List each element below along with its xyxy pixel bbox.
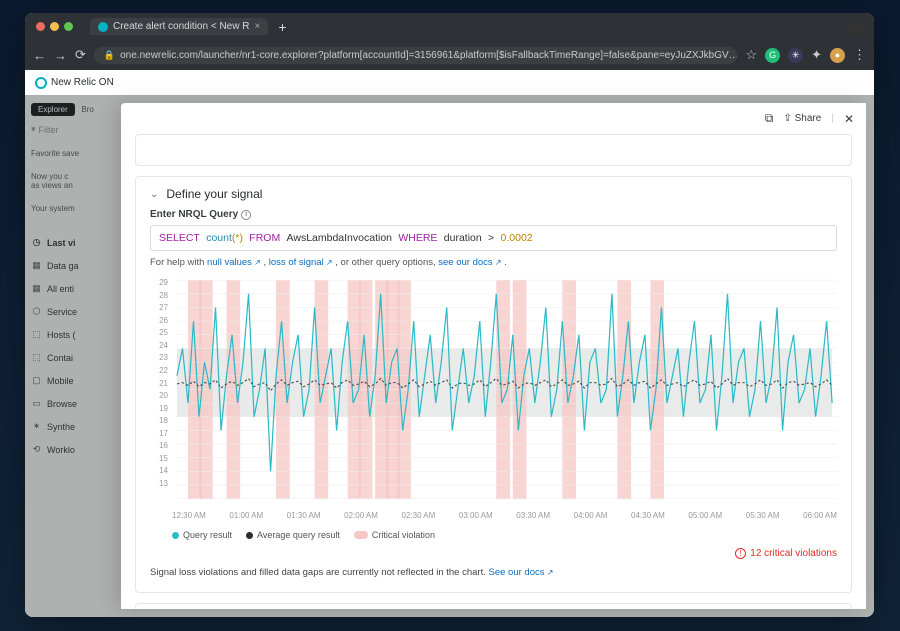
browser-tab[interactable]: Create alert condition < New R × xyxy=(90,18,268,35)
star-icon[interactable]: ☆ xyxy=(745,47,757,63)
max-dot[interactable] xyxy=(64,22,73,31)
section-title: Define your signal xyxy=(166,187,262,201)
min-dot[interactable] xyxy=(50,22,59,31)
info-icon[interactable]: i xyxy=(241,210,251,220)
modal-panel: ⧉ ⇪ Share | ✕ ⌄ Define your signal Enter… xyxy=(121,103,866,609)
ext-icon-1[interactable]: G xyxy=(765,48,780,63)
help-text: For help with null values ↗ , loss of si… xyxy=(150,257,837,268)
menu-icon[interactable]: ⋮ xyxy=(853,47,866,63)
profile-icon[interactable] xyxy=(848,22,864,38)
legend-dot-avg xyxy=(246,532,253,539)
chart-note: Signal loss violations and filled data g… xyxy=(150,567,837,578)
address-bar[interactable]: 🔒 one.newrelic.com/launcher/nr1-core.exp… xyxy=(94,47,738,64)
see-docs-link[interactable]: see our docs ↗ xyxy=(438,257,501,268)
prev-card-placeholder xyxy=(135,134,852,166)
legend-dot-query xyxy=(172,532,179,539)
ext-icon-3[interactable]: ● xyxy=(830,48,845,63)
signal-chart: 2928272625242322212019181716151413 12:30… xyxy=(150,278,837,520)
ext-icon-2[interactable]: ✳ xyxy=(788,48,803,63)
close-tab-icon[interactable]: × xyxy=(254,21,260,32)
define-signal-card: ⌄ Define your signal Enter NRQL Query i … xyxy=(135,176,852,593)
copy-icon[interactable]: ⧉ xyxy=(765,111,774,126)
legend-pill-crit xyxy=(354,531,368,539)
brand-logo-icon xyxy=(35,77,47,89)
alert-icon: ! xyxy=(735,548,746,559)
url-text: one.newrelic.com/launcher/nr1-core.explo… xyxy=(120,50,737,61)
nrql-input[interactable]: SELECT count(*) FROM AwsLambdaInvocation… xyxy=(150,225,837,251)
share-button[interactable]: ⇪ Share xyxy=(783,113,821,124)
loss-of-signal-link[interactable]: loss of signal ↗ xyxy=(269,257,333,268)
reload-icon[interactable]: ⟳ xyxy=(75,47,86,63)
null-values-link[interactable]: null values ↗ xyxy=(207,257,261,268)
query-label: Enter NRQL Query xyxy=(150,209,238,220)
tab-title: Create alert condition < New R xyxy=(113,21,249,32)
new-tab-button[interactable]: + xyxy=(278,19,286,35)
violations-count[interactable]: ! 12 critical violations xyxy=(150,548,837,559)
close-modal-icon[interactable]: ✕ xyxy=(844,112,854,126)
tab-favicon xyxy=(98,22,108,32)
forward-icon[interactable]: → xyxy=(54,48,67,63)
window-controls[interactable] xyxy=(31,22,78,31)
extensions-icon[interactable]: ✦ xyxy=(811,47,822,63)
close-dot[interactable] xyxy=(36,22,45,31)
chevron-down-icon[interactable]: ⌄ xyxy=(150,189,158,200)
app-header: New Relic ON xyxy=(25,70,874,95)
back-icon[interactable]: ← xyxy=(33,48,46,63)
next-card-placeholder xyxy=(135,603,852,609)
brand-text: New Relic ON xyxy=(51,77,114,88)
chart-legend: Query result Average query result Critic… xyxy=(150,530,837,540)
lock-icon: 🔒 xyxy=(104,50,115,61)
note-docs-link[interactable]: See our docs ↗ xyxy=(489,567,554,578)
